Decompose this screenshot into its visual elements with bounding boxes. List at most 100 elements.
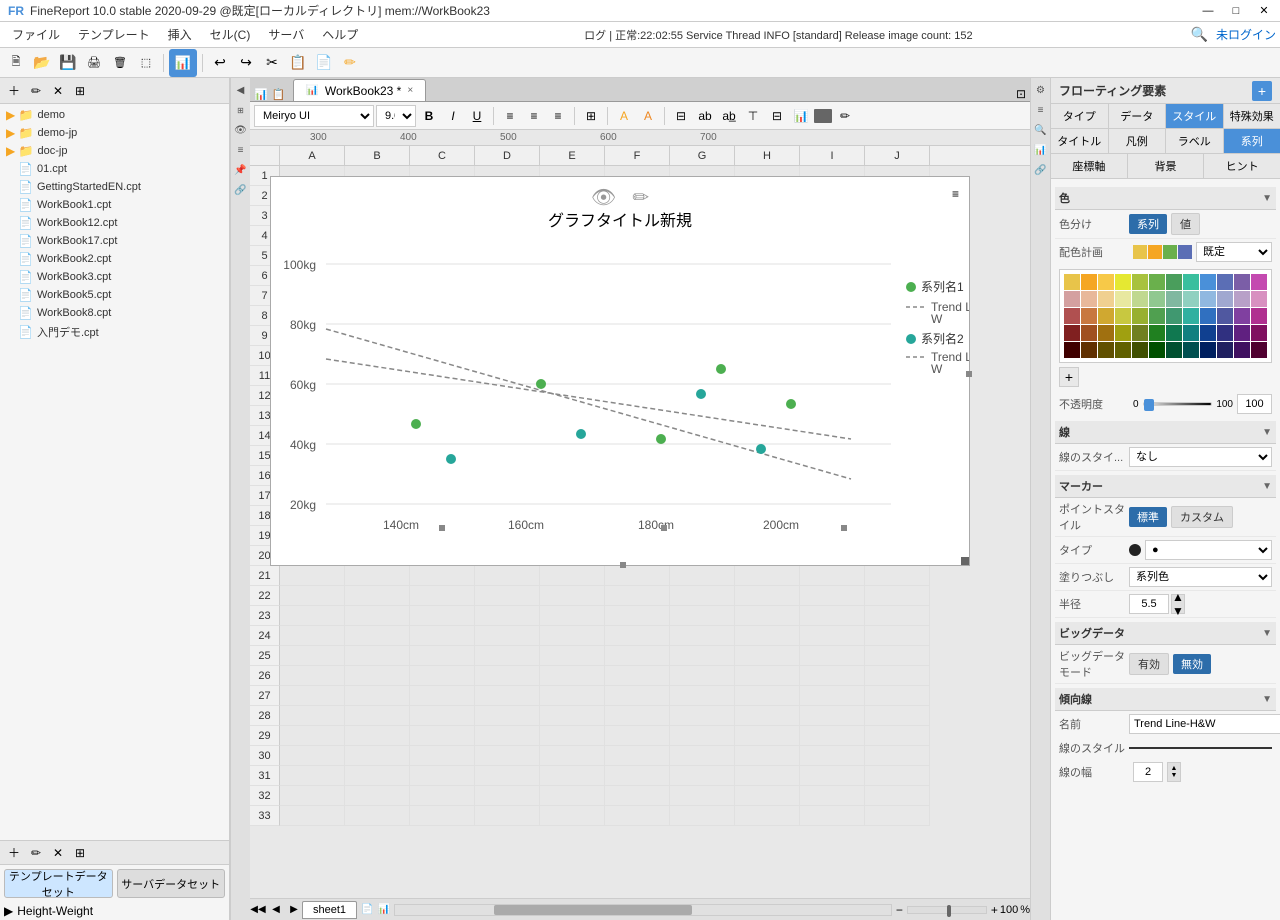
grid-cell[interactable]: [800, 666, 865, 686]
mode-btn[interactable]: 📊: [169, 49, 197, 77]
color-by-series-btn[interactable]: 系列: [1129, 214, 1167, 234]
grid-cell[interactable]: [410, 706, 475, 726]
scroll-minus[interactable]: −: [896, 903, 903, 917]
icon-panel5[interactable]: 🔗: [1033, 162, 1049, 178]
merge-btn[interactable]: ⊞: [580, 105, 602, 127]
grid-cell[interactable]: [605, 606, 670, 626]
color-swatch[interactable]: [1132, 308, 1148, 324]
grid-cell[interactable]: [280, 586, 345, 606]
grid-cell[interactable]: [280, 606, 345, 626]
grid-cell[interactable]: [345, 766, 410, 786]
grid-cell[interactable]: [345, 606, 410, 626]
grid-cell[interactable]: [540, 706, 605, 726]
tree-item-01cpt[interactable]: 📄 01.cpt: [2, 160, 227, 178]
standard-btn[interactable]: 標準: [1129, 507, 1167, 527]
grid-cell[interactable]: [475, 766, 540, 786]
align-left-btn[interactable]: ≡: [499, 105, 521, 127]
color-swatch[interactable]: [1251, 308, 1267, 324]
color-swatch[interactable]: [1234, 291, 1250, 307]
grid-cell[interactable]: [865, 806, 930, 826]
icon-grid[interactable]: ⊞: [233, 102, 249, 118]
grid-cell[interactable]: [605, 746, 670, 766]
color-swatch[interactable]: [1200, 291, 1216, 307]
grid-cell[interactable]: [280, 806, 345, 826]
subtab-axis[interactable]: 座標軸: [1051, 154, 1128, 178]
minimize-btn[interactable]: —: [1200, 3, 1216, 19]
grid-cell[interactable]: [280, 646, 345, 666]
h-scrollbar[interactable]: [394, 904, 892, 916]
grid-cell[interactable]: [735, 706, 800, 726]
cut-btn[interactable]: ✂: [260, 51, 284, 75]
font-color-btn[interactable]: A: [637, 105, 659, 127]
radius-spinner-btn[interactable]: ▲ ▼: [1171, 594, 1185, 614]
grid-cell[interactable]: [280, 626, 345, 646]
opacity-handle[interactable]: [1144, 399, 1154, 411]
grid-cell[interactable]: [475, 586, 540, 606]
color-swatch[interactable]: [1234, 308, 1250, 324]
redo-btn[interactable]: ↪: [234, 51, 258, 75]
copy-cell-btn[interactable]: ⬚: [134, 51, 158, 75]
menu-template[interactable]: テンプレート: [70, 24, 158, 45]
delete-btn[interactable]: 🗑: [108, 51, 132, 75]
grid-cell[interactable]: [865, 666, 930, 686]
grid-cell[interactable]: [735, 606, 800, 626]
grid-cell[interactable]: [605, 786, 670, 806]
grid-cell[interactable]: [735, 786, 800, 806]
color-by-value-btn[interactable]: 値: [1171, 213, 1200, 235]
grid-cell[interactable]: [605, 806, 670, 826]
color-swatch[interactable]: [1183, 325, 1199, 341]
subtab-title[interactable]: タイトル: [1051, 129, 1109, 153]
ds-height-weight[interactable]: ▶ Height-Weight: [0, 902, 229, 920]
grid-cell[interactable]: [540, 566, 605, 586]
grid-cell[interactable]: [410, 746, 475, 766]
tree-item-demojp[interactable]: ▶ 📁 demo-jp: [2, 124, 227, 142]
icon-layers[interactable]: ≡: [233, 142, 249, 158]
italic-btn[interactable]: I: [442, 105, 464, 127]
icon-panel4[interactable]: 📊: [1033, 142, 1049, 158]
grid-cell[interactable]: [345, 726, 410, 746]
menu-cell[interactable]: セル(C): [202, 24, 259, 45]
grid-cell[interactable]: [410, 626, 475, 646]
grid-cell[interactable]: [605, 666, 670, 686]
grid-cell[interactable]: [800, 566, 865, 586]
grid-cell[interactable]: [865, 646, 930, 666]
grid-cell[interactable]: [410, 686, 475, 706]
close-btn[interactable]: ✕: [1256, 3, 1272, 19]
grid-cell[interactable]: [800, 586, 865, 606]
color-swatch[interactable]: [1200, 308, 1216, 324]
h-scroll-thumb[interactable]: [494, 905, 692, 915]
grid-cell[interactable]: [540, 626, 605, 646]
grid-cell[interactable]: [475, 786, 540, 806]
font-select[interactable]: Meiryo UI: [254, 105, 374, 127]
grid-cell[interactable]: [280, 786, 345, 806]
color-swatch[interactable]: [1200, 274, 1216, 290]
color-swatch[interactable]: [1166, 342, 1182, 358]
grid-cell[interactable]: [865, 626, 930, 646]
color-swatch[interactable]: [1217, 325, 1233, 341]
width-down[interactable]: ▼: [1171, 772, 1178, 779]
icon-eye[interactable]: 👁: [233, 122, 249, 138]
align-mid-btn[interactable]: ⊟: [766, 105, 788, 127]
align-right-btn[interactable]: ≡: [547, 105, 569, 127]
sheet-prev-btn[interactable]: ◀◀: [250, 902, 266, 918]
grid-cell[interactable]: [865, 586, 930, 606]
grid-cell[interactable]: [800, 646, 865, 666]
color-swatch[interactable]: [1234, 274, 1250, 290]
grid-cell[interactable]: [670, 626, 735, 646]
subtab-hint[interactable]: ヒント: [1204, 154, 1280, 178]
font-size-select[interactable]: 9.0: [376, 105, 416, 127]
copy-btn[interactable]: 📄: [312, 51, 336, 75]
grid-cell[interactable]: [735, 566, 800, 586]
color-swatch[interactable]: [1251, 274, 1267, 290]
grid-cell[interactable]: [800, 706, 865, 726]
grid-cell[interactable]: [800, 726, 865, 746]
spinner-down[interactable]: ▼: [1172, 604, 1184, 618]
grid-cell[interactable]: [800, 746, 865, 766]
grid-cell[interactable]: [280, 726, 345, 746]
sheet-back-btn[interactable]: ◀: [268, 902, 284, 918]
grid-cell[interactable]: [540, 606, 605, 626]
grid-cell[interactable]: [475, 686, 540, 706]
scroll-plus[interactable]: +: [991, 903, 998, 917]
subtab-series[interactable]: 系列: [1224, 129, 1280, 153]
server-ds-btn[interactable]: サーバデータセット: [117, 869, 226, 898]
